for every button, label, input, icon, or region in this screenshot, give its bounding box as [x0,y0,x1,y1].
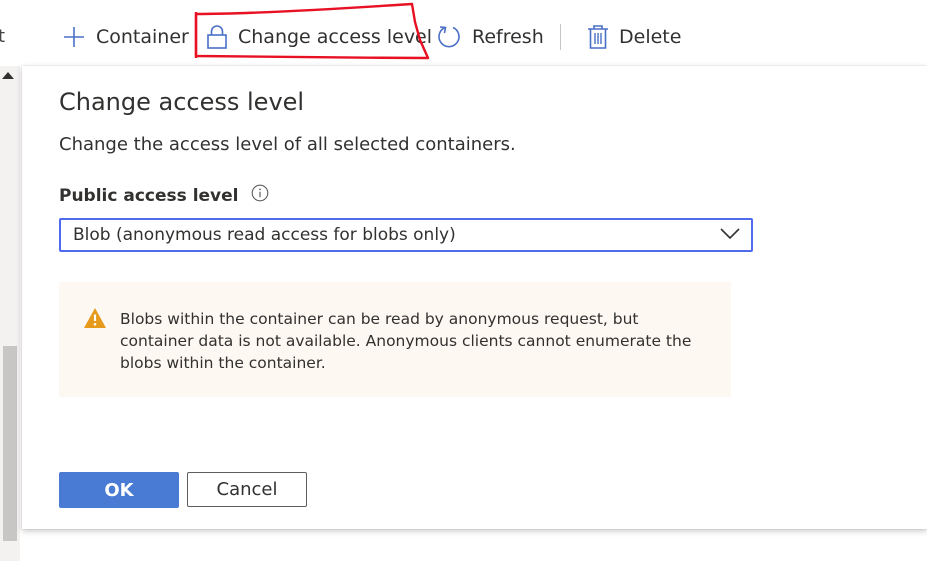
add-container-label: Container [96,26,189,48]
scrollbar[interactable] [0,66,20,561]
trash-icon [587,24,609,50]
left-edge-glyph: t [0,26,6,47]
change-access-level-dialog: Change access level Change the access le… [22,66,927,529]
delete-button[interactable]: Delete [587,18,681,56]
public-access-level-selected-value: Blob (anonymous read access for blobs on… [73,225,456,245]
warning-text: Blobs within the container can be read b… [120,310,692,372]
refresh-label: Refresh [472,26,544,48]
public-access-level-label-row: Public access level [59,184,269,207]
plus-icon [62,25,86,49]
change-access-level-label: Change access level [238,26,433,48]
refresh-icon [436,24,462,50]
ok-button[interactable]: OK [59,472,179,508]
change-access-level-button[interactable]: Change access level [206,18,432,56]
command-bar: t Container Change access level Refresh … [0,0,927,66]
page: t Container Change access level Refresh … [0,0,927,561]
public-access-level-label: Public access level [59,185,239,206]
cancel-button[interactable]: Cancel [187,472,307,507]
delete-label: Delete [619,26,682,48]
refresh-button[interactable]: Refresh [436,18,544,56]
info-icon[interactable] [251,184,269,207]
scrollbar-thumb[interactable] [3,346,17,541]
scroll-up-arrow-icon[interactable] [2,72,14,79]
warning-icon [83,307,107,333]
add-container-button[interactable]: Container [62,18,189,56]
chevron-down-icon [719,226,741,245]
lock-icon [206,24,228,50]
warning-message-bar: Blobs within the container can be read b… [59,282,731,397]
dialog-description: Change the access level of all selected … [59,134,516,155]
public-access-level-dropdown[interactable]: Blob (anonymous read access for blobs on… [59,218,753,252]
toolbar-separator [560,24,561,50]
dialog-title: Change access level [59,88,305,116]
